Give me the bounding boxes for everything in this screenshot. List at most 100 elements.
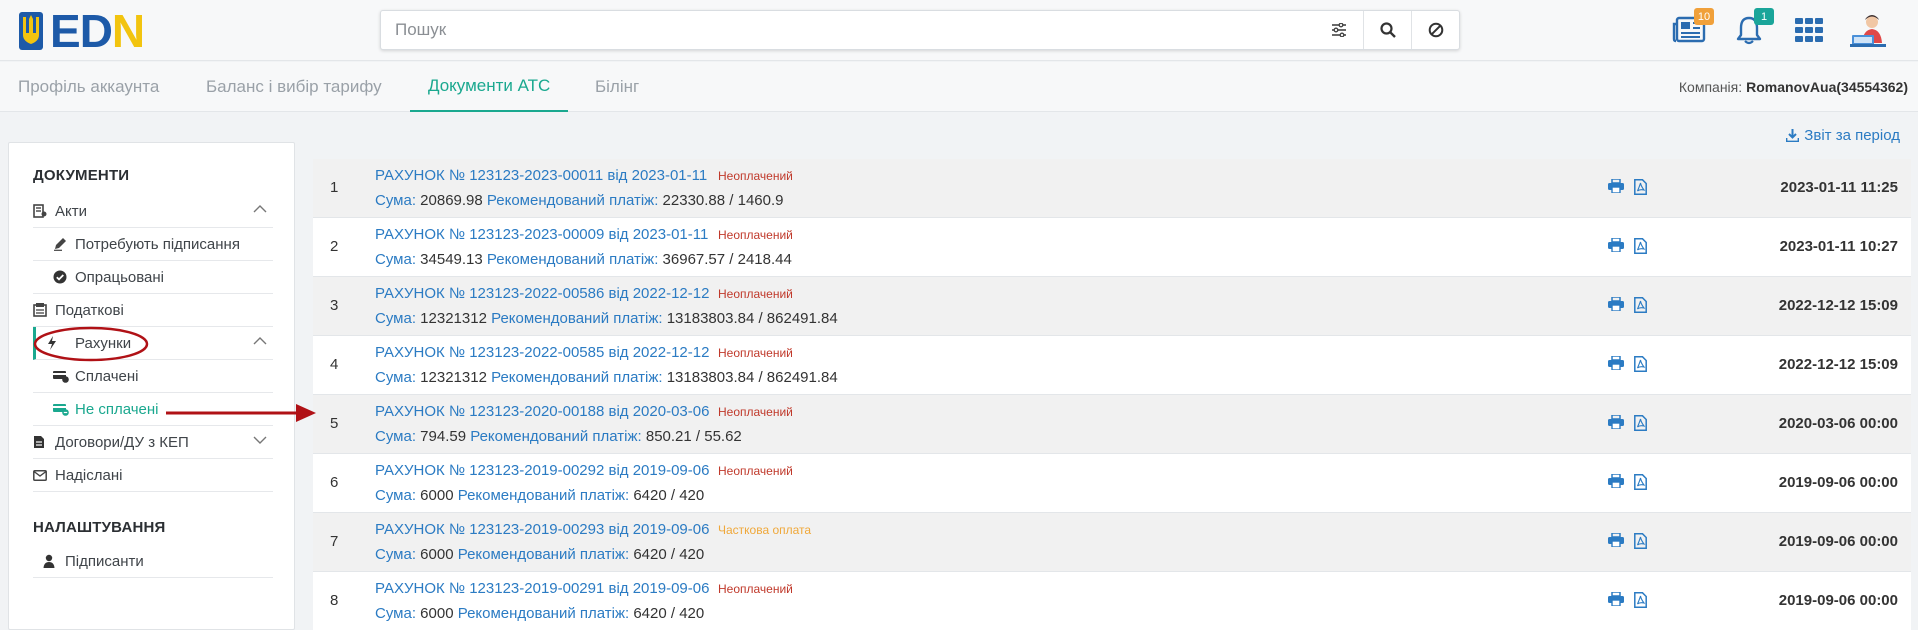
table-row[interactable]: 7 РАХУНОК № 123123-2019-00293 від 2019-0… xyxy=(313,513,1911,572)
ban-icon xyxy=(1428,22,1443,38)
news-button[interactable]: 10 xyxy=(1670,8,1714,49)
invoice-title-link[interactable]: РАХУНОК № 123123-2022-00585 від 2022-12-… xyxy=(375,344,709,361)
invoice-title-link[interactable]: РАХУНОК № 123123-2023-00009 від 2023-01-… xyxy=(375,226,708,243)
invoice-title-link[interactable]: РАХУНОК № 123123-2022-00586 від 2022-12-… xyxy=(375,285,709,302)
user-avatar-button[interactable] xyxy=(1850,11,1888,49)
table-row[interactable]: 1 РАХУНОК № 123123-2023-00011 від 2023-0… xyxy=(313,159,1911,218)
row-number: 4 xyxy=(330,356,339,373)
pdf-icon[interactable] xyxy=(1634,238,1647,254)
sum-label: Сума: xyxy=(375,487,416,504)
table-row[interactable]: 6 РАХУНОК № 123123-2019-00292 від 2019-0… xyxy=(313,454,1911,513)
document-list-icon xyxy=(33,204,47,218)
print-icon[interactable] xyxy=(1608,533,1624,547)
clear-search-button[interactable] xyxy=(1411,11,1459,49)
row-number: 8 xyxy=(330,592,339,609)
notifications-button[interactable]: 1 xyxy=(1730,8,1774,49)
print-icon[interactable] xyxy=(1608,415,1624,429)
chevron-up-icon[interactable] xyxy=(253,204,267,214)
pdf-icon[interactable] xyxy=(1634,297,1647,313)
row-number: 7 xyxy=(330,533,339,550)
search-button[interactable] xyxy=(1363,11,1411,49)
invoice-title-link[interactable]: РАХУНОК № 123123-2019-00291 від 2019-09-… xyxy=(375,580,709,597)
sidebar-item-tax[interactable]: Податкові xyxy=(33,294,273,327)
recommended-label: Рекомендований платіж: xyxy=(486,251,659,268)
pdf-icon[interactable] xyxy=(1634,179,1647,195)
pdf-icon[interactable] xyxy=(1634,533,1647,549)
tab-balance-tariff[interactable]: Баланс і вибір тарифу xyxy=(188,62,400,112)
tab-ats-documents[interactable]: Документи АТС xyxy=(410,62,569,112)
print-icon[interactable] xyxy=(1608,238,1624,252)
table-row[interactable]: 8 РАХУНОК № 123123-2019-00291 від 2019-0… xyxy=(313,572,1911,630)
chevron-up-icon[interactable] xyxy=(253,336,267,346)
print-icon[interactable] xyxy=(1608,474,1624,488)
table-row[interactable]: 3 РАХУНОК № 123123-2022-00586 від 2022-1… xyxy=(313,277,1911,336)
status-badge: Неоплачений xyxy=(718,346,793,360)
documents-sidebar: ДОКУМЕНТИ Акти Потребують підписання Опр… xyxy=(8,142,295,630)
table-row[interactable]: 4 РАХУНОК № 123123-2022-00585 від 2022-1… xyxy=(313,336,1911,395)
sidebar-item-label: Підписанти xyxy=(65,552,144,570)
sidebar-item-label: Рахунки xyxy=(75,334,132,352)
edin-logo[interactable]: EDN xyxy=(18,8,145,54)
print-icon[interactable] xyxy=(1608,297,1624,311)
filter-settings-button[interactable] xyxy=(1315,11,1363,49)
apps-menu-button[interactable] xyxy=(1790,11,1828,49)
pdf-icon[interactable] xyxy=(1634,356,1647,372)
company-label: Компанія: xyxy=(1678,79,1743,95)
invoice-title-link[interactable]: РАХУНОК № 123123-2019-00292 від 2019-09-… xyxy=(375,462,709,479)
recommended-value: 13183803.84 / 862491.84 xyxy=(666,369,838,386)
search-bar xyxy=(380,10,1460,50)
invoice-title-link[interactable]: РАХУНОК № 123123-2023-00011 від 2023-01-… xyxy=(375,167,707,184)
status-badge: Неоплачений xyxy=(718,287,793,301)
invoice-date: 2019-09-06 00:00 xyxy=(1778,533,1898,550)
tab-billing[interactable]: Білінг xyxy=(577,62,657,112)
pdf-icon[interactable] xyxy=(1634,474,1647,490)
sidebar-item-contracts[interactable]: Договори/ДУ з КЕП xyxy=(33,426,273,459)
invoice-date: 2019-09-06 00:00 xyxy=(1778,592,1898,609)
sidebar-item-processed[interactable]: Опрацьовані xyxy=(33,261,273,294)
sidebar-item-label: Опрацьовані xyxy=(75,268,164,286)
sum-label: Сума: xyxy=(375,251,416,268)
sum-label: Сума: xyxy=(375,546,416,563)
period-report-label: Звіт за період xyxy=(1804,127,1900,144)
status-badge: Неоплачений xyxy=(718,582,793,596)
recommended-label: Рекомендований платіж: xyxy=(491,310,663,327)
sidebar-item-acts[interactable]: Акти xyxy=(33,195,273,228)
recommended-label: Рекомендований платіж: xyxy=(457,487,630,504)
table-row[interactable]: 5 РАХУНОК № 123123-2020-00188 від 2020-0… xyxy=(313,395,1911,454)
sidebar-item-need-signing[interactable]: Потребують підписання xyxy=(33,228,273,261)
sum-value: 12321312 xyxy=(420,369,487,386)
tab-account-profile[interactable]: Профіль аккаунта xyxy=(0,62,177,112)
sum-value: 34549.13 xyxy=(420,251,483,268)
invoice-title-link[interactable]: РАХУНОК № 123123-2019-00293 від 2019-09-… xyxy=(375,521,709,538)
sidebar-item-paid[interactable]: Сплачені xyxy=(33,360,273,393)
pdf-icon[interactable] xyxy=(1634,415,1647,431)
table-row[interactable]: 2 РАХУНОК № 123123-2023-00009 від 2023-0… xyxy=(313,218,1911,277)
invoice-title-link[interactable]: РАХУНОК № 123123-2020-00188 від 2020-03-… xyxy=(375,403,709,420)
pdf-icon[interactable] xyxy=(1634,592,1647,608)
search-input[interactable] xyxy=(381,11,1315,49)
sidebar-item-unpaid[interactable]: Не сплачені xyxy=(33,393,273,426)
recommended-value: 13183803.84 / 862491.84 xyxy=(666,310,838,327)
print-icon[interactable] xyxy=(1608,592,1624,606)
print-icon[interactable] xyxy=(1608,179,1624,193)
news-count-badge: 10 xyxy=(1694,8,1714,25)
sidebar-item-signers[interactable]: Підписанти xyxy=(33,545,273,578)
chevron-down-icon[interactable] xyxy=(253,435,267,445)
recommended-value: 6420 / 420 xyxy=(633,546,705,563)
sum-label: Сума: xyxy=(375,428,416,445)
recommended-value: 6420 / 420 xyxy=(633,605,705,622)
sidebar-item-sent[interactable]: Надіслані xyxy=(33,459,273,492)
print-icon[interactable] xyxy=(1608,356,1624,370)
sidebar-item-invoices[interactable]: Рахунки xyxy=(33,327,273,360)
invoice-sum: Сума: 12321312 Рекомендований платіж: 13… xyxy=(375,369,838,386)
invoices-table: 1 РАХУНОК № 123123-2023-00011 від 2023-0… xyxy=(313,159,1911,630)
recommended-value: 22330.88 / 1460.9 xyxy=(662,192,784,209)
status-badge: Часткова оплата xyxy=(718,523,812,537)
company-info: Компанія: RomanovAua(34554362) xyxy=(1679,62,1908,112)
period-report-link[interactable]: Звіт за період xyxy=(1786,127,1900,144)
tab-bar: Профіль аккаунта Баланс і вибір тарифу Д… xyxy=(0,62,1918,112)
recommended-label: Рекомендований платіж: xyxy=(470,428,642,445)
invoice-sum: Сума: 794.59 Рекомендований платіж: 850.… xyxy=(375,428,742,445)
row-number: 5 xyxy=(330,415,339,432)
sum-value: 6000 xyxy=(420,605,454,622)
